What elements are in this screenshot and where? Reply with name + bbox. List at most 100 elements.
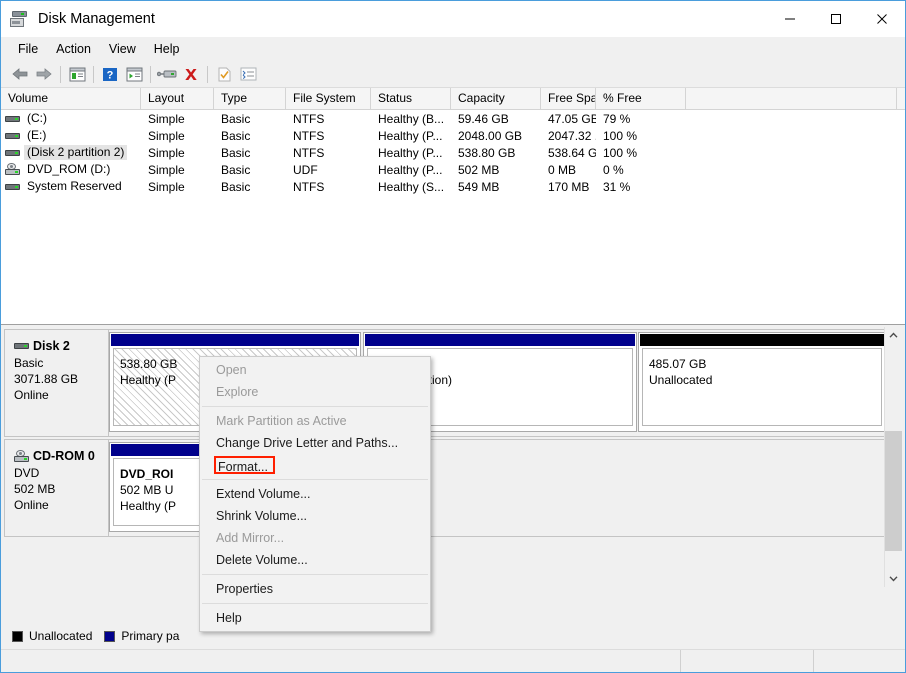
show-hide-action-pane-icon[interactable] (122, 63, 146, 85)
back-icon[interactable] (8, 63, 32, 85)
menu-separator (202, 479, 428, 480)
disk-graph-scroll-area: Disk 2 Basic 3071.88 GB Online 538.80 GB Heal… (4, 327, 888, 587)
cell-blank (686, 179, 897, 195)
window-title: Disk Management (38, 11, 155, 27)
cell-blank (686, 145, 897, 161)
status-cell-2 (681, 650, 814, 672)
cell-layout: Simple (148, 162, 185, 177)
scrollbar-thumb[interactable] (885, 431, 902, 551)
cell-layout: Simple (148, 145, 185, 160)
partition-unallocated-space[interactable]: 485.07 GB Unallocated (638, 332, 886, 432)
cell-file-system: NTFS (293, 128, 325, 143)
cell-type: Basic (221, 111, 251, 126)
menu-item-open: Open (216, 363, 247, 377)
cell-status: Healthy (B... (378, 111, 445, 126)
cd-icon (5, 163, 20, 176)
cell-file-system: UDF (293, 162, 318, 177)
show-hide-console-tree-icon[interactable] (65, 63, 89, 85)
cell-blank (686, 162, 897, 178)
cell-free: 100 % (603, 128, 638, 143)
menu-help[interactable]: Help (145, 39, 189, 59)
disk-size: 502 MB (14, 482, 56, 496)
cell-layout: Simple (148, 179, 185, 194)
cell-file-system: NTFS (293, 145, 325, 160)
column-header-blank[interactable] (686, 88, 897, 109)
table-row[interactable]: (C:) Simple Basic NTFS Healthy (B... 59.46 GB… (1, 110, 905, 127)
menu-action[interactable]: Action (47, 39, 100, 59)
volume-list-header: Volume Layout Type File System Status Capacit… (1, 88, 905, 110)
scroll-up-icon[interactable] (885, 327, 902, 344)
menu-item-mark-partition-as-active: Mark Partition as Active (216, 414, 347, 428)
menu-item-delete-volume[interactable]: Delete Volume... (200, 549, 430, 571)
menu-separator (202, 406, 428, 407)
menu-item-shrink-volume[interactable]: Shrink Volume... (200, 505, 430, 527)
cell-capacity: 538.80 GB (458, 145, 516, 160)
disk-type: Basic (14, 356, 44, 370)
properties-icon[interactable] (212, 63, 236, 85)
cell-type: Basic (221, 179, 251, 194)
menu-item-change-drive-letter-and-paths[interactable]: Change Drive Letter and Paths... (200, 432, 430, 454)
column-header-free-spa[interactable]: Free Spa... (541, 88, 596, 109)
disk-management-icon (10, 10, 30, 28)
list-view-icon[interactable] (236, 63, 260, 85)
menu-item-help[interactable]: Help (200, 607, 430, 629)
legend-item: Unallocated (12, 629, 92, 643)
cell-status: Healthy (P... (378, 128, 443, 143)
menu-item-properties[interactable]: Properties (200, 578, 430, 600)
disk-legend: Unallocated Primary pa (4, 626, 191, 646)
menu-item-explore: Explore (216, 385, 259, 399)
table-row[interactable]: (E:) Simple Basic NTFS Healthy (P... 2048.00 … (1, 127, 905, 144)
maximize-button[interactable] (813, 1, 859, 37)
column-header-free[interactable]: % Free (596, 88, 686, 109)
cell-free-spa: 170 MB (548, 179, 590, 194)
delete-icon[interactable] (179, 63, 203, 85)
column-header-file-system[interactable]: File System (286, 88, 371, 109)
disk-pane-scrollbar[interactable] (884, 327, 902, 587)
disk-row[interactable]: Disk 2 Basic 3071.88 GB Online 538.80 GB Heal… (4, 329, 888, 437)
minimize-button[interactable] (767, 1, 813, 37)
menu-file[interactable]: File (9, 39, 47, 59)
toolbar-separator (207, 65, 208, 83)
drive-icon (5, 130, 20, 142)
disk-row[interactable]: CD-ROM 0 DVD 502 MB Online DVD_ROI 502 MB U He… (4, 439, 888, 537)
cell-status: Healthy (P... (378, 162, 443, 177)
column-header-capacity[interactable]: Capacity (451, 88, 541, 109)
table-row[interactable]: System Reserved Simple Basic NTFS Healthy (S… (1, 178, 905, 195)
partition-line1: 485.07 GB (649, 357, 707, 371)
disk-size: 3071.88 GB (14, 372, 79, 386)
column-header-type[interactable]: Type (214, 88, 286, 109)
status-cell-3 (814, 650, 904, 672)
menu-view[interactable]: View (100, 39, 145, 59)
disk-info[interactable]: CD-ROM 0 DVD 502 MB Online (5, 440, 109, 536)
rescan-disks-icon[interactable] (155, 63, 179, 85)
cell-file-system: NTFS (293, 111, 325, 126)
forward-icon[interactable] (32, 63, 56, 85)
cell-layout: Simple (148, 111, 185, 126)
menu-item-extend-volume[interactable]: Extend Volume... (200, 483, 430, 505)
legend-swatch (12, 630, 23, 642)
volume-label: (C:) (27, 111, 47, 125)
close-button[interactable] (859, 1, 905, 37)
scroll-down-icon[interactable] (885, 570, 902, 587)
column-header-layout[interactable]: Layout (141, 88, 214, 109)
help-icon[interactable]: ? (98, 63, 122, 85)
toolbar-separator (93, 65, 94, 83)
cell-type: Basic (221, 145, 251, 160)
volume-label: DVD_ROM (D:) (27, 162, 111, 176)
status-bar (1, 649, 905, 672)
table-row[interactable]: (Disk 2 partition 2) Simple Basic NTFS Healt… (1, 144, 905, 161)
disk-info[interactable]: Disk 2 Basic 3071.88 GB Online (5, 330, 109, 436)
disk-title: Disk 2 (14, 338, 108, 354)
legend-swatch (104, 630, 116, 642)
disk-name: CD-ROM 0 (33, 449, 95, 463)
table-row[interactable]: DVD_ROM (D:) Simple Basic UDF Healthy (P... 5… (1, 161, 905, 178)
legend-item: Primary pa (104, 629, 179, 643)
toolbar-separator (150, 65, 151, 83)
column-header-status[interactable]: Status (371, 88, 451, 109)
drive-icon (14, 340, 29, 352)
menu-separator (202, 603, 428, 604)
column-header-volume[interactable]: Volume (1, 88, 141, 109)
menu-item-format[interactable]: Format... (214, 456, 276, 474)
legend-label: Primary pa (121, 629, 180, 643)
disk-management-window: Disk Management File Action View Help ? … (0, 0, 906, 673)
